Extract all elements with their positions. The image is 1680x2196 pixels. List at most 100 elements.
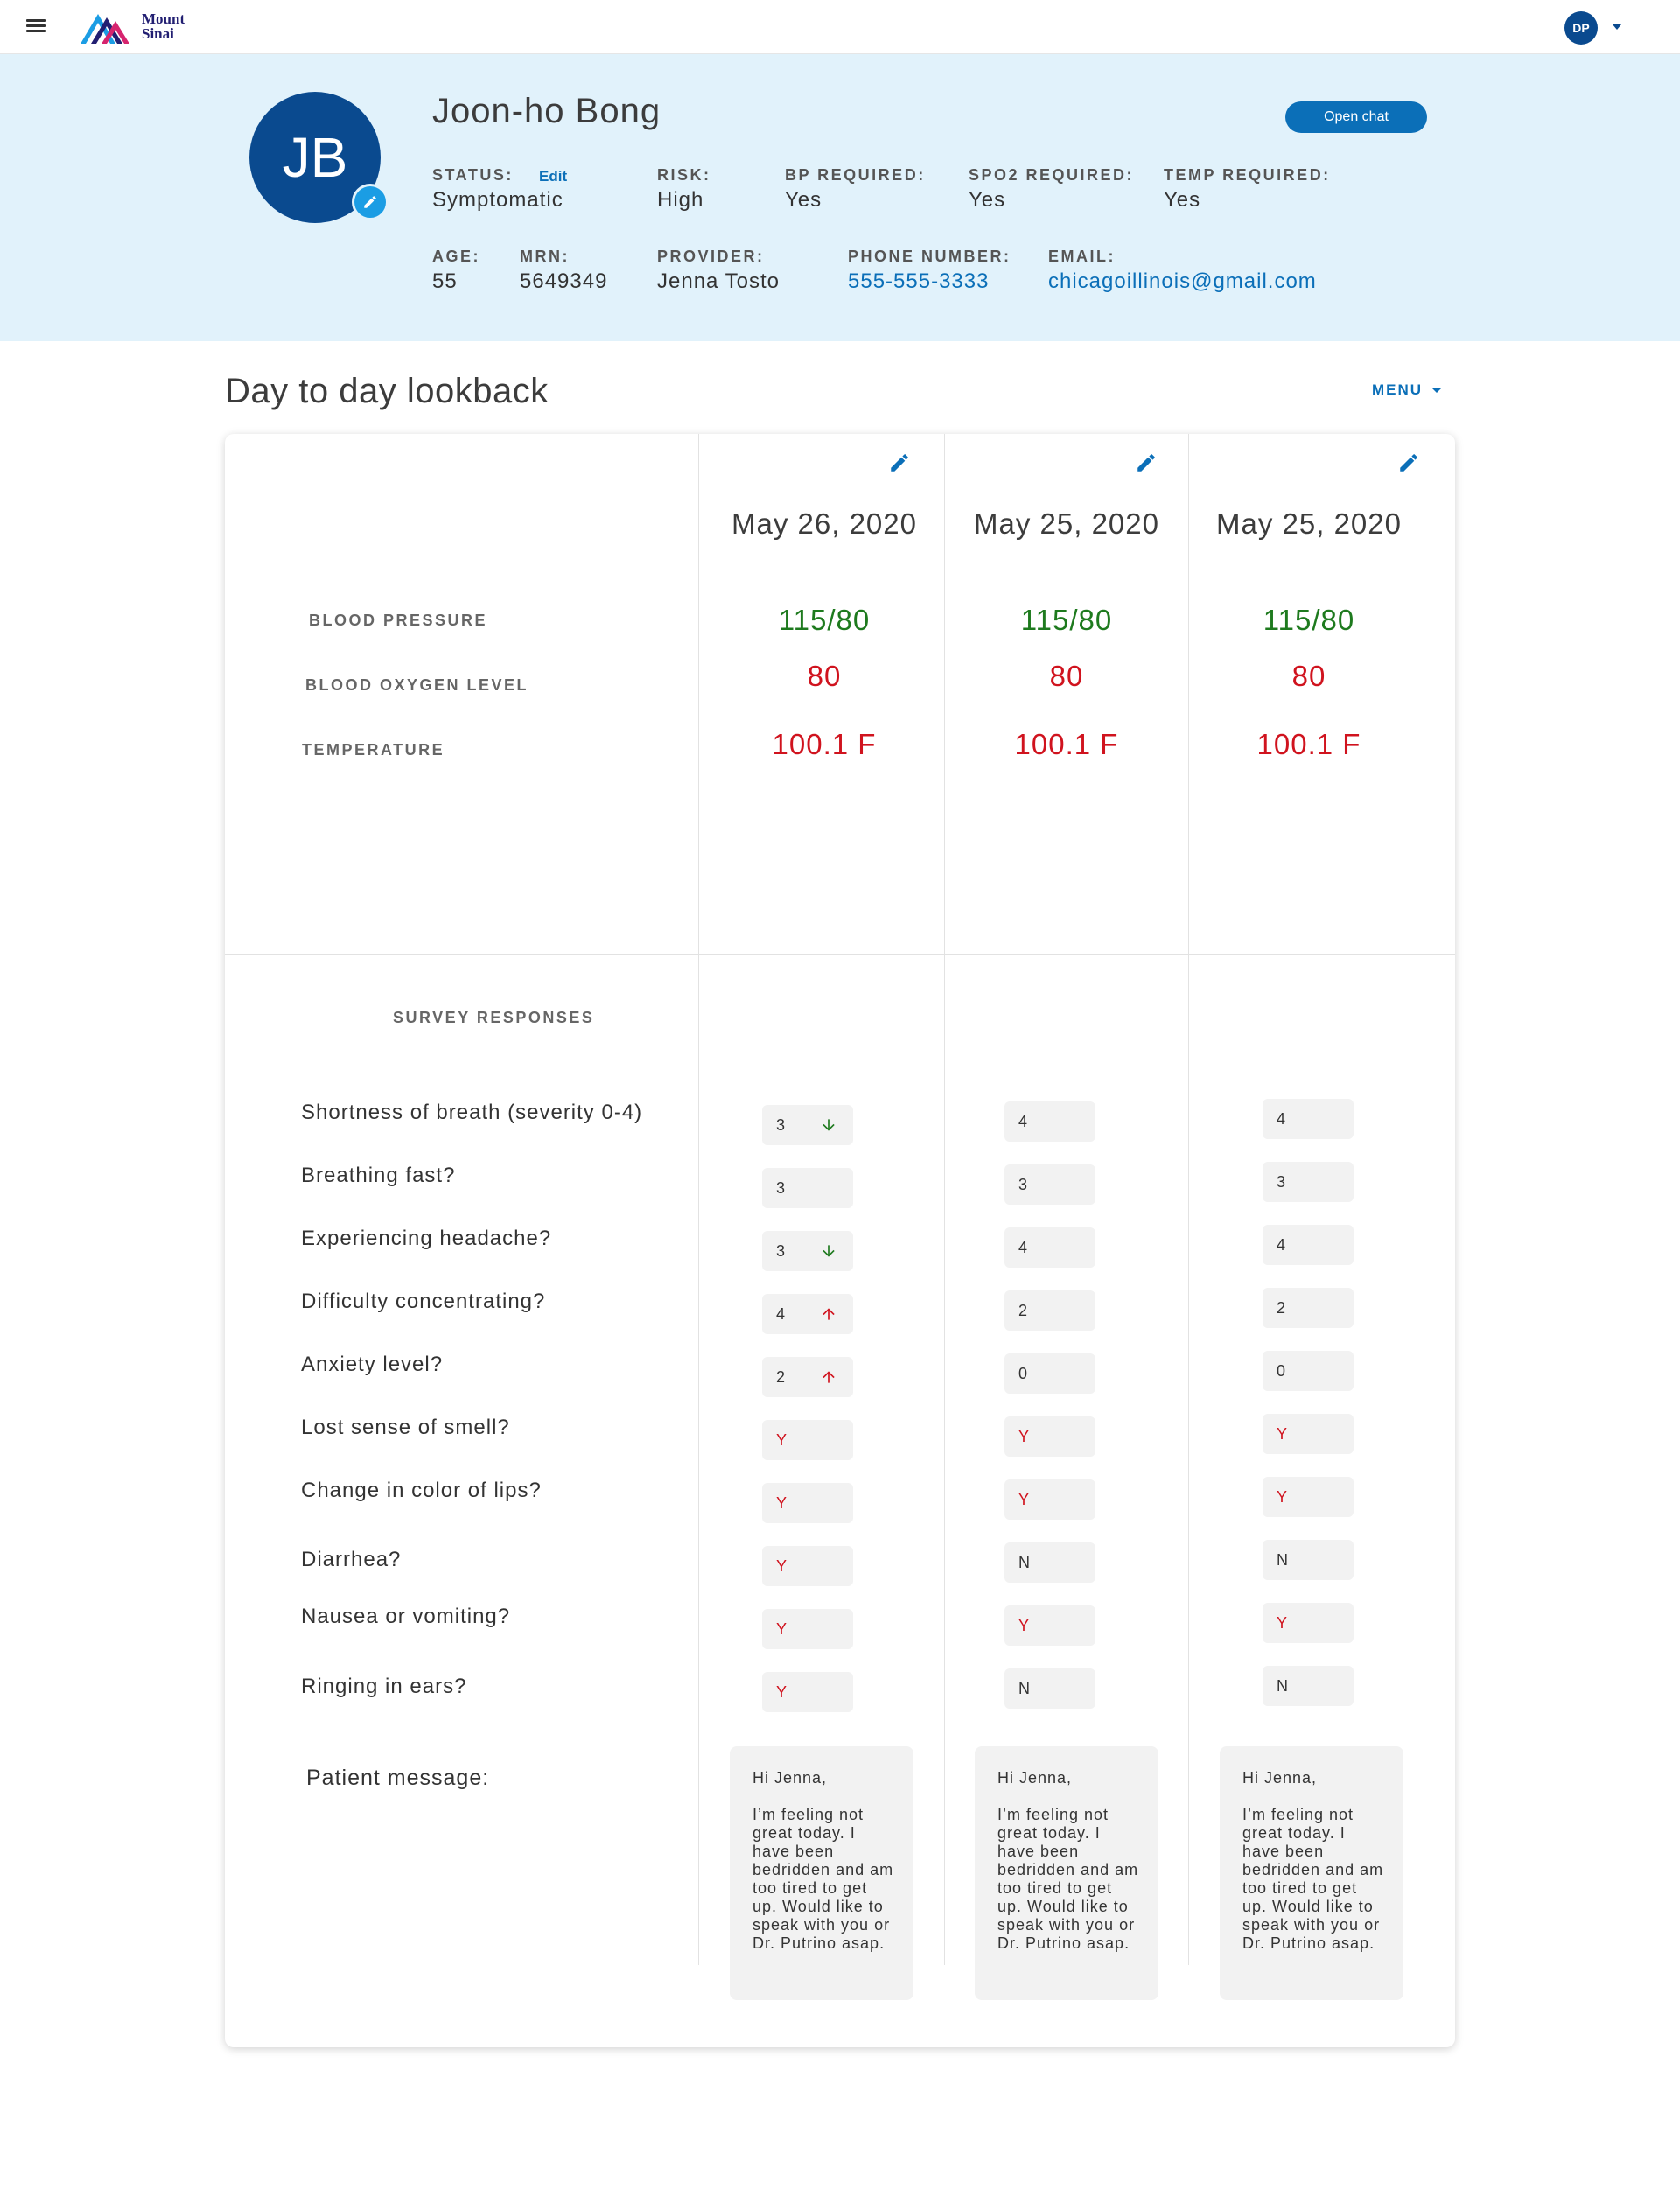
survey-response-field[interactable]: 3: [762, 1231, 853, 1271]
survey-response-value: Y: [776, 1493, 788, 1512]
blood-oxygen-value: 80: [1292, 660, 1326, 692]
temperature-value: 100.1 F: [1014, 728, 1119, 760]
survey-response-field[interactable]: 3: [762, 1105, 853, 1145]
message-body: I’m feeling not great today. I have been…: [998, 1806, 1139, 1952]
section-title: Day to day lookback: [225, 372, 549, 410]
risk-value: High: [657, 188, 704, 212]
spo2-required-label: SPO2 REQUIRED:: [969, 166, 1135, 184]
edit-day-pencil-icon[interactable]: [888, 451, 911, 474]
survey-response-value: N: [1018, 1679, 1030, 1697]
open-chat-button[interactable]: Open chat: [1285, 101, 1427, 133]
survey-response-value: 4: [1277, 1109, 1286, 1128]
edit-status-link[interactable]: Edit: [539, 168, 567, 185]
survey-response-field[interactable]: 0: [1004, 1353, 1096, 1394]
survey-response-field[interactable]: 2: [1004, 1290, 1096, 1331]
blood-pressure-value: 115/80: [778, 604, 871, 636]
email-link[interactable]: chicagoillinois@gmail.com: [1048, 269, 1317, 294]
logo-text-line2: Sinai: [142, 25, 174, 42]
bp-required-label: BP REQUIRED:: [785, 166, 926, 184]
survey-response-value: Y: [1018, 1616, 1030, 1634]
survey-question: Ringing in ears?: [301, 1675, 467, 1698]
survey-response-value: 3: [776, 1241, 786, 1260]
survey-responses-title: SURVEY RESPONSES: [393, 1009, 595, 1026]
survey-response-value: Y: [776, 1430, 788, 1449]
survey-question: Anxiety level?: [301, 1353, 444, 1376]
survey-response-field[interactable]: Y: [1263, 1414, 1354, 1454]
message-body: I’m feeling not great today. I have been…: [1242, 1806, 1384, 1952]
age-label: AGE:: [432, 248, 480, 265]
arrow-up-icon: [822, 1308, 835, 1320]
survey-response-field[interactable]: Y: [1004, 1605, 1096, 1646]
survey-response-field[interactable]: Y: [762, 1546, 853, 1586]
survey-response-field[interactable]: 2: [762, 1357, 853, 1397]
edit-day-pencil-icon[interactable]: [1135, 451, 1158, 474]
survey-response-value: 3: [1018, 1175, 1028, 1193]
survey-response-field[interactable]: 0: [1263, 1351, 1354, 1391]
blood-pressure-value: 115/80: [1020, 604, 1113, 636]
survey-response-field[interactable]: Y: [762, 1420, 853, 1460]
survey-response-field[interactable]: Y: [1004, 1479, 1096, 1520]
survey-response-field[interactable]: Y: [762, 1672, 853, 1712]
survey-response-field[interactable]: Y: [1263, 1477, 1354, 1517]
survey-question: Breathing fast?: [301, 1164, 456, 1187]
survey-response-field[interactable]: Y: [1004, 1416, 1096, 1457]
status-value: Symptomatic: [432, 188, 564, 212]
survey-response-value: Y: [776, 1556, 788, 1575]
survey-question: Nausea or vomiting?: [301, 1605, 511, 1628]
survey-response-field[interactable]: Y: [762, 1609, 853, 1649]
survey-response-field[interactable]: 4: [1263, 1099, 1354, 1139]
email-label: EMAIL:: [1048, 248, 1116, 265]
provider-value: Jenna Tosto: [657, 269, 780, 293]
survey-response-field[interactable]: N: [1004, 1668, 1096, 1709]
survey-question: Diarrhea?: [301, 1548, 402, 1571]
survey-response-field[interactable]: 4: [1004, 1101, 1096, 1142]
temp-required-label: TEMP REQUIRED:: [1164, 166, 1331, 184]
survey-response-field[interactable]: N: [1263, 1540, 1354, 1580]
survey-response-value: 4: [1018, 1112, 1028, 1130]
temperature-value: 100.1 F: [772, 728, 877, 760]
pencil-icon: [364, 196, 376, 208]
message-greeting: Hi Jenna,: [998, 1769, 1073, 1787]
survey-response-field[interactable]: 3: [762, 1168, 853, 1208]
mrn-label: MRN:: [520, 248, 570, 265]
user-avatar[interactable]: DP: [1564, 11, 1598, 45]
survey-response-value: 4: [776, 1304, 786, 1323]
survey-response-field[interactable]: 4: [1263, 1225, 1354, 1265]
age-value: 55: [432, 269, 458, 293]
survey-response-field[interactable]: 3: [1263, 1162, 1354, 1202]
survey-response-value: 3: [1277, 1172, 1286, 1191]
blood-pressure-value: 115/80: [1263, 604, 1355, 636]
blood-oxygen-label: BLOOD OXYGEN LEVEL: [305, 676, 529, 694]
temp-required-value: Yes: [1164, 188, 1201, 212]
mount-sinai-logo[interactable]: Mount Sinai: [80, 9, 185, 44]
risk-label: RISK:: [657, 166, 711, 184]
survey-question: Difficulty concentrating?: [301, 1290, 546, 1313]
survey-response-field[interactable]: 3: [1004, 1164, 1096, 1205]
phone-label: PHONE NUMBER:: [848, 248, 1012, 265]
survey-response-field[interactable]: N: [1004, 1542, 1096, 1583]
edit-day-pencil-icon[interactable]: [1397, 451, 1420, 474]
column-divider: [698, 434, 699, 1965]
patient-message-box: Hi Jenna, I’m feeling not great today. I…: [975, 1746, 1158, 2000]
survey-response-field[interactable]: N: [1263, 1666, 1354, 1706]
bp-required-value: Yes: [785, 188, 822, 212]
top-bar: Mount Sinai DP: [0, 0, 1680, 54]
phone-link[interactable]: 555-555-3333: [848, 269, 989, 294]
survey-question: Change in color of lips?: [301, 1479, 542, 1502]
provider-label: PROVIDER:: [657, 248, 765, 265]
survey-response-value: 2: [1018, 1301, 1028, 1319]
survey-response-value: 0: [1277, 1361, 1286, 1380]
menu-button[interactable]: MENU: [1372, 381, 1443, 399]
patient-message-box: Hi Jenna, I’m feeling not great today. I…: [1220, 1746, 1404, 2000]
survey-response-field[interactable]: 4: [1004, 1227, 1096, 1268]
spo2-required-value: Yes: [969, 188, 1006, 212]
survey-response-field[interactable]: Y: [1263, 1603, 1354, 1643]
survey-response-field[interactable]: Y: [762, 1483, 853, 1523]
day-date: May 25, 2020: [1216, 507, 1402, 540]
hamburger-menu-icon[interactable]: [26, 19, 46, 35]
edit-avatar-button[interactable]: [352, 184, 388, 220]
survey-response-field[interactable]: 2: [1263, 1288, 1354, 1328]
survey-response-field[interactable]: 4: [762, 1294, 853, 1334]
day-date: May 25, 2020: [974, 507, 1159, 540]
user-menu-caret-icon[interactable]: [1613, 24, 1621, 30]
